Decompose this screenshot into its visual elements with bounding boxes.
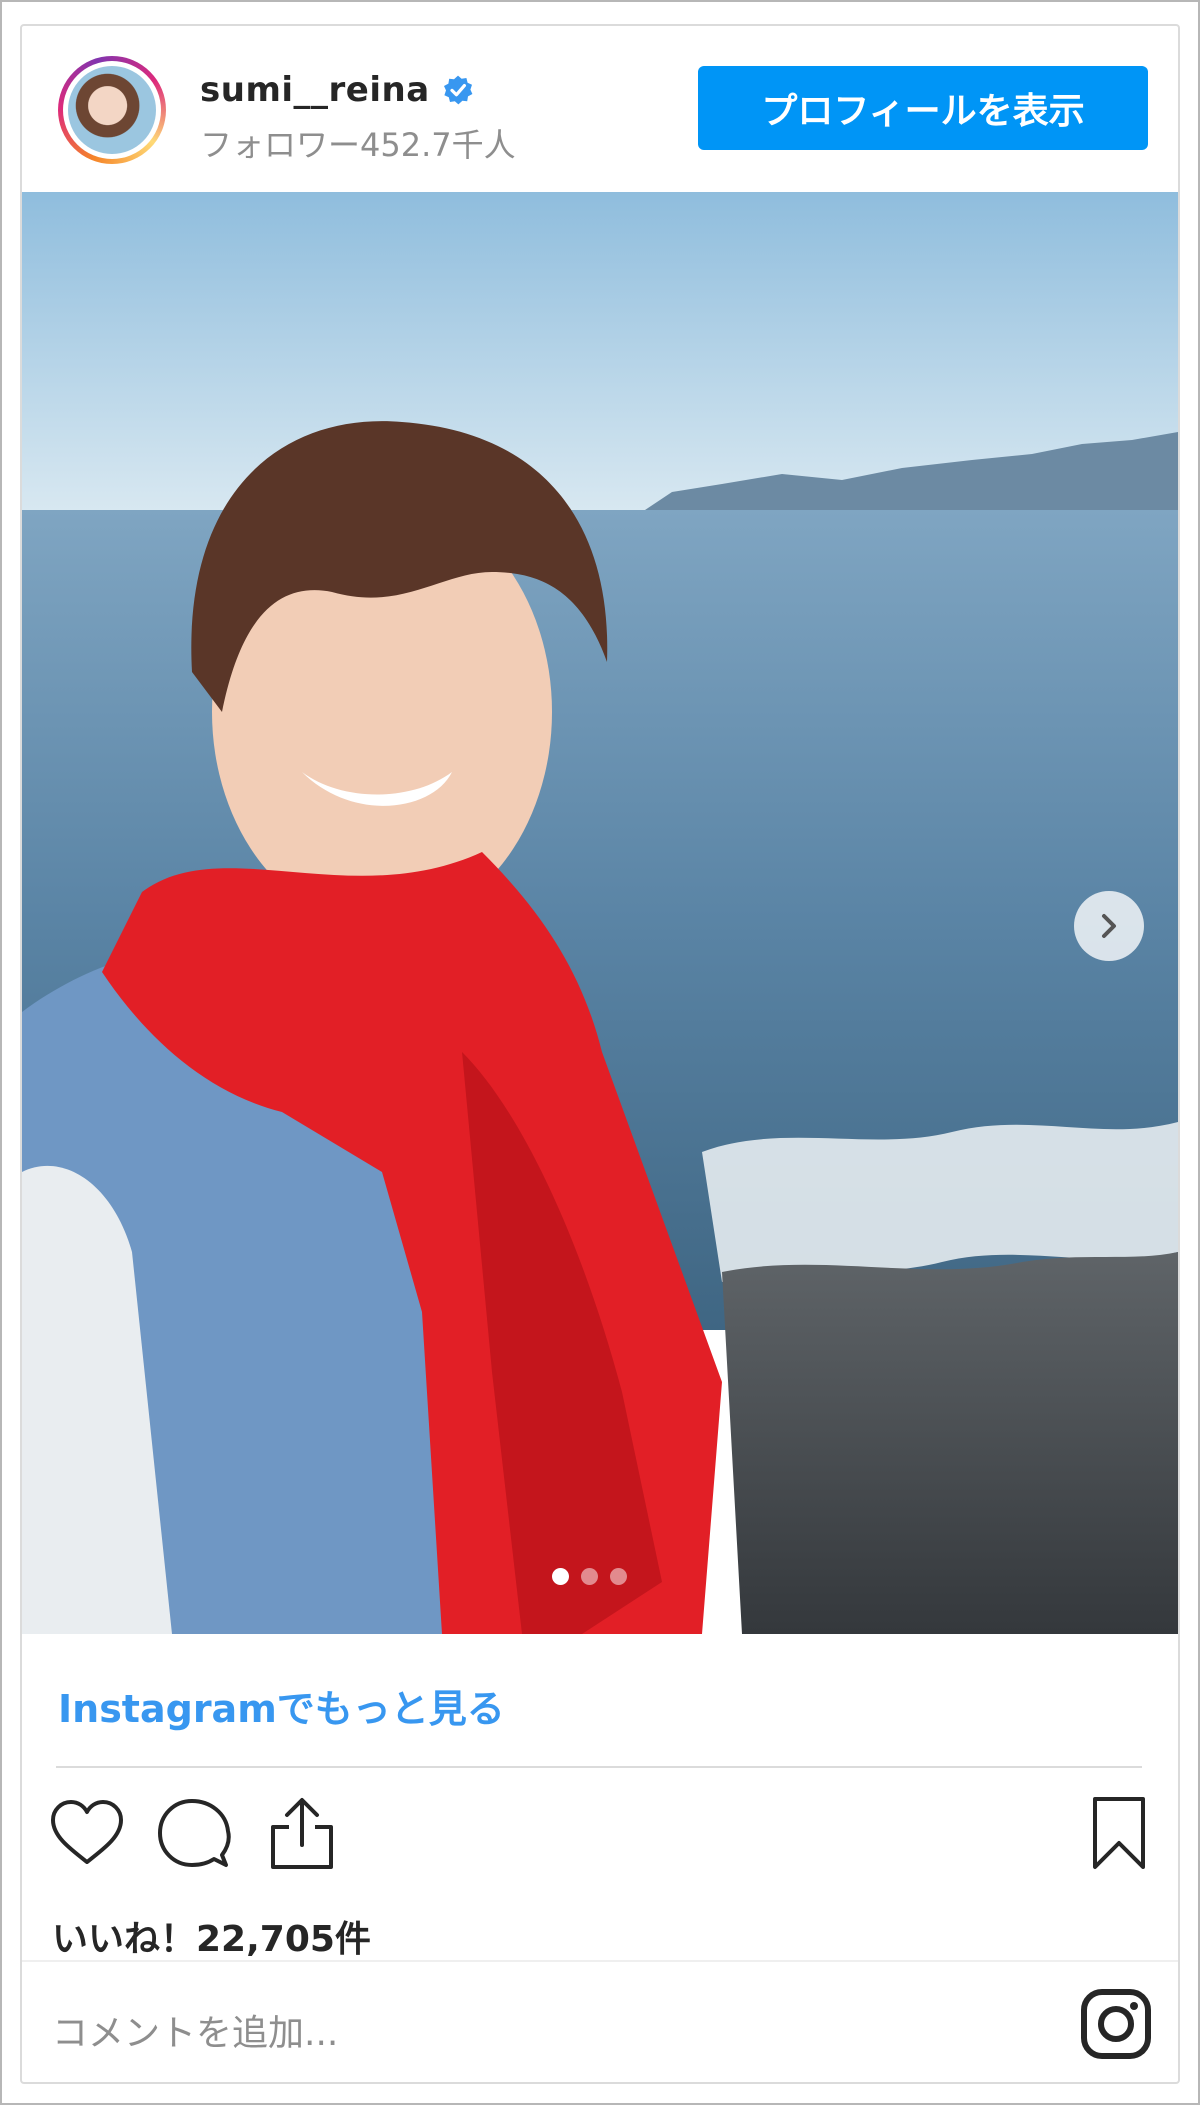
verified-badge-icon	[443, 75, 473, 105]
like-count: いいね！22,705件	[52, 1919, 371, 1960]
username[interactable]: sumi__reina	[200, 70, 430, 110]
share-button[interactable]	[261, 1792, 343, 1874]
save-button[interactable]	[1078, 1792, 1160, 1874]
post-photo[interactable]	[22, 192, 1178, 1634]
share-icon	[271, 1798, 333, 1869]
carousel-dot	[610, 1568, 627, 1585]
view-more-on-instagram-link[interactable]: Instagramでもっと見る	[58, 1678, 505, 1733]
username-row: sumi__reina	[200, 68, 474, 112]
divider	[22, 1960, 1178, 1962]
action-bar	[46, 1792, 1166, 1882]
next-slide-button[interactable]	[1074, 891, 1144, 961]
comment-input[interactable]: コメントを追加...	[52, 2004, 338, 2056]
comment-button[interactable]	[153, 1792, 235, 1874]
avatar[interactable]	[58, 56, 166, 164]
like-button[interactable]	[46, 1792, 128, 1874]
instagram-icon[interactable]	[1078, 1986, 1154, 2062]
carousel-indicator	[552, 1568, 627, 1585]
view-profile-button[interactable]: プロフィールを表示	[698, 66, 1148, 150]
heart-icon	[51, 1800, 123, 1864]
carousel-dot	[581, 1568, 598, 1585]
bookmark-icon	[1093, 1797, 1145, 1869]
divider	[56, 1766, 1142, 1768]
carousel-dot	[552, 1568, 569, 1585]
photo-illustration	[22, 192, 1178, 1634]
avatar-photo	[68, 66, 156, 154]
embed-frame: sumi__reina フォロワー452.7千人 プロフィールを表示 Insta…	[0, 0, 1200, 2105]
chevron-right-icon	[1102, 914, 1116, 938]
follower-count: フォロワー452.7千人	[200, 126, 516, 164]
instagram-embed-card: sumi__reina フォロワー452.7千人 プロフィールを表示 Insta…	[20, 24, 1180, 2084]
comment-icon	[158, 1799, 231, 1867]
